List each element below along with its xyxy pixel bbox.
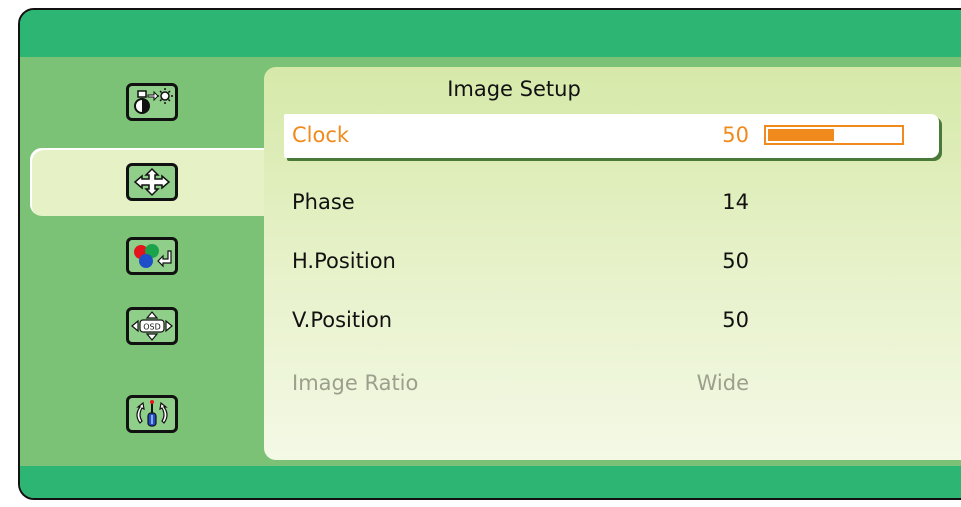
menu-item-phase[interactable]: Phase 14 — [284, 181, 939, 225]
bottom-bar — [20, 466, 961, 498]
menu-item-image-ratio: Image Ratio Wide — [284, 362, 939, 406]
svg-text:OSD: OSD — [143, 323, 161, 332]
menu-item-value: 50 — [722, 249, 749, 273]
menu-item-label: Image Ratio — [292, 371, 419, 395]
menu-item-v-position[interactable]: V.Position 50 — [284, 299, 939, 343]
menu-item-value: 50 — [722, 123, 749, 147]
osd-menu: OSD Image Setup Clock 50 Phase 14 H.Posi… — [18, 8, 961, 500]
top-bar — [20, 10, 961, 57]
menu-item-label: V.Position — [292, 308, 393, 332]
menu-item-label: H.Position — [292, 249, 396, 273]
menu-item-clock[interactable]: Clock 50 — [284, 114, 939, 158]
menu-item-label: Clock — [292, 123, 350, 147]
menu-item-value: 14 — [722, 190, 749, 214]
image-setup-icon[interactable] — [126, 163, 178, 201]
menu-item-value: Wide — [696, 371, 749, 395]
clock-slider-fill — [768, 129, 834, 141]
clock-slider[interactable] — [764, 125, 904, 145]
color-settings-icon[interactable] — [126, 237, 178, 275]
system-settings-icon[interactable] — [126, 395, 178, 433]
panel-title: Image Setup — [447, 77, 581, 101]
menu-item-label: Phase — [292, 190, 355, 214]
picture-settings-icon[interactable] — [126, 83, 178, 121]
menu-item-value: 50 — [722, 308, 749, 332]
osd-settings-icon[interactable]: OSD — [126, 307, 178, 345]
menu-item-h-position[interactable]: H.Position 50 — [284, 240, 939, 284]
image-setup-panel: Image Setup Clock 50 Phase 14 H.Position… — [264, 67, 961, 460]
